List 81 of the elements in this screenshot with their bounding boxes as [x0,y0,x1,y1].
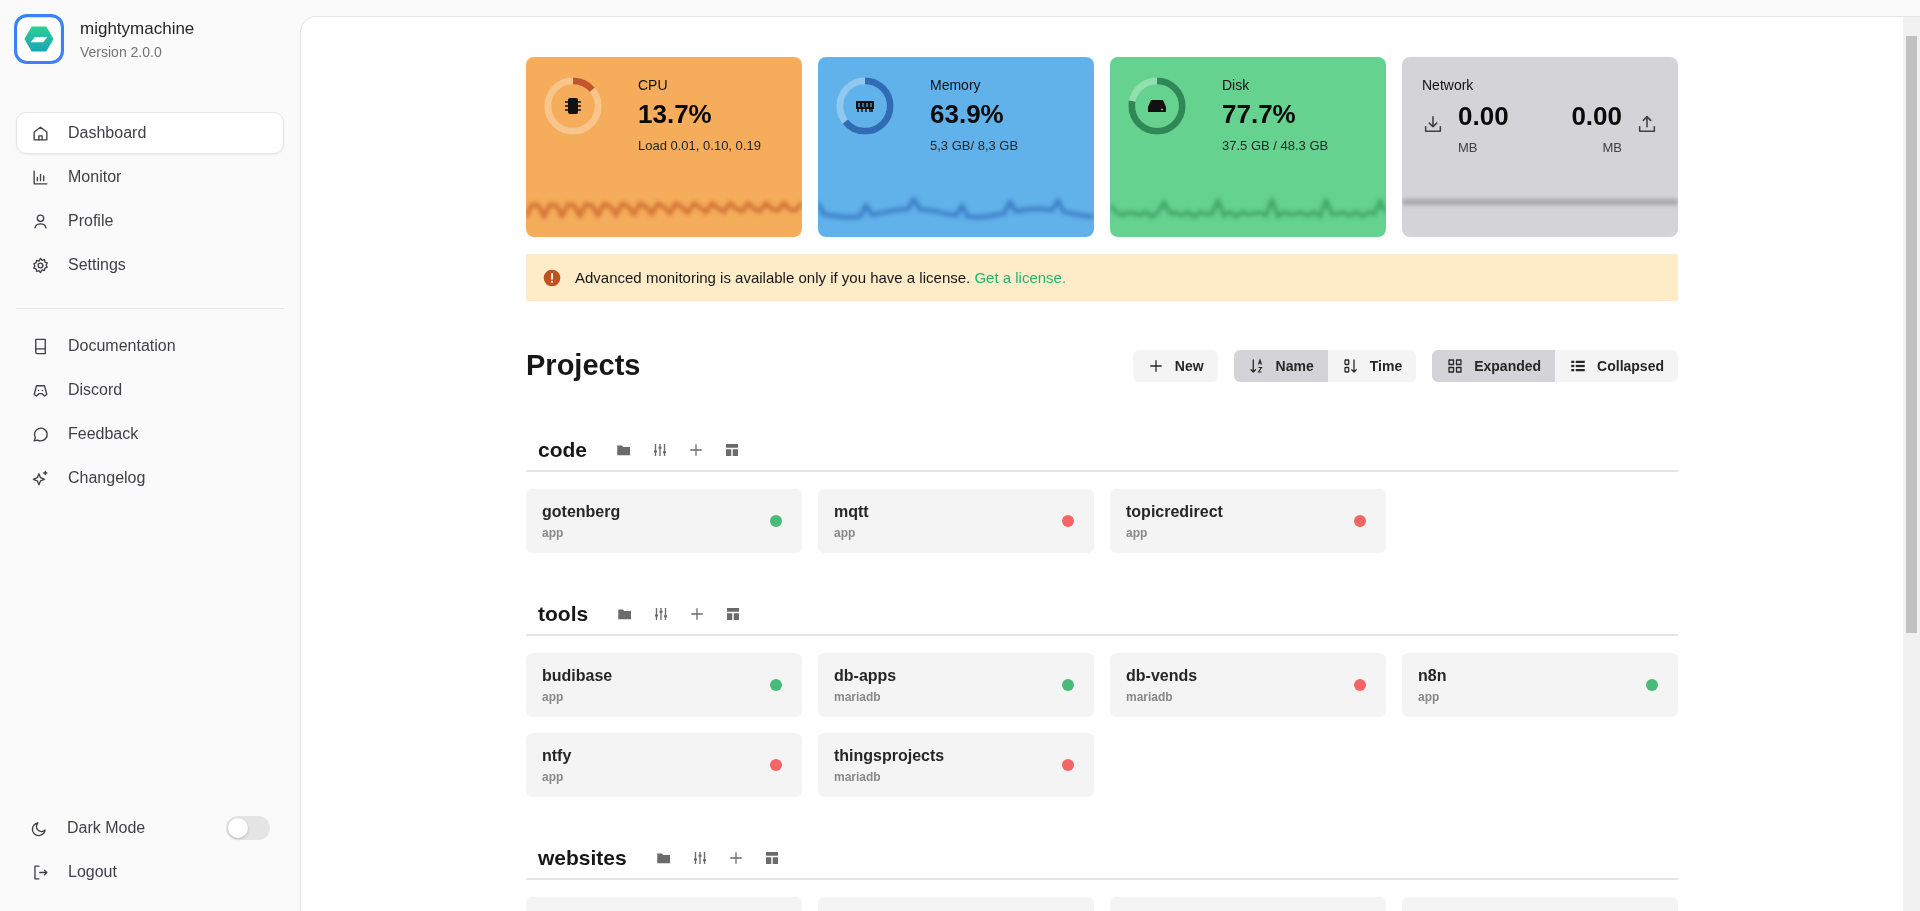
project-name: ntfy [542,746,572,765]
donut-gauge [834,75,896,137]
project-card[interactable]: budibase app [526,653,802,717]
stat-value: 77.7% [1222,99,1297,130]
project-card[interactable]: db-vends mariadb [1110,653,1386,717]
project-card[interactable]: thingsprojects mariadb [818,733,1094,797]
nav-link[interactable]: Changelog [16,457,284,499]
project-card[interactable]: gotenberg app [526,489,802,553]
layout-icon[interactable] [723,441,741,459]
stat-label: Memory [930,77,982,93]
stat-value: 63.9% [930,99,1005,130]
nav-link[interactable]: Documentation [16,325,284,367]
project-type: mariadb [834,689,882,704]
project-card[interactable]: ntfy app [526,733,802,797]
project-name: topicredirect [1126,502,1223,521]
user-icon [31,211,50,231]
stat-label: Network [1422,77,1475,93]
app-logo [14,14,64,64]
unit-label: MB [1458,140,1479,155]
download-value: 0.00 [1458,101,1509,132]
project-card[interactable]: topicredirect app [1110,489,1386,553]
version-label: Version 2.0.0 [80,43,163,60]
project-name: thingsprojects [834,746,945,765]
sparkle-icon [31,468,50,488]
upload-value: 0.00 [1571,101,1622,132]
nav-item[interactable]: Dashboard [16,112,284,154]
project-type: app [1418,689,1441,704]
plus-icon[interactable] [687,441,705,459]
project-name: db-apps [834,666,897,685]
alert-icon [542,267,562,288]
home-icon [31,123,50,143]
nav-item[interactable]: Profile [16,200,284,242]
stat-detail: 37.5 GB / 48.3 GB [1222,138,1329,153]
donut-gauge [542,75,604,137]
scrollbar[interactable] [1903,17,1920,911]
logout-link[interactable]: Logout [16,851,284,893]
settings-icon [31,255,50,275]
segment-button[interactable]: Expanded [1432,349,1556,382]
stat-value: 13.7% [638,99,713,130]
dark-mode-toggle[interactable] [226,816,270,840]
project-card[interactable]: mqtt app [818,489,1094,553]
sliders-icon[interactable] [651,441,669,459]
project-type: app [542,689,565,704]
unit-label: MB [1601,140,1622,155]
segment-button[interactable]: Name [1233,349,1328,382]
nav-item[interactable]: Monitor [16,156,284,198]
alert-message: Advanced monitoring is available only if you have a license. Get a license. [575,269,1067,286]
segment-button[interactable]: Time [1327,349,1417,382]
stat-label: Disk [1222,77,1251,93]
sort-icon [1341,356,1360,375]
project-type: app [542,525,565,540]
nav-item[interactable]: Settings [16,244,284,286]
stat-detail: Load 0.01, 0.10, 0.19 [638,138,761,153]
grid-icon [1446,356,1465,375]
project-type: mariadb [834,769,882,784]
project-card[interactable]: db-apps mariadb [818,653,1094,717]
logout-icon [31,862,50,882]
project-type: app [1126,525,1149,540]
project-name: mqtt [834,502,869,521]
dark-mode-label: Dark Mode [67,819,147,837]
group-title: code [538,438,587,462]
segment-button[interactable]: Collapsed [1555,349,1678,382]
stat-label: CPU [638,77,669,93]
stat-detail: 5,3 GB/ 8,3 GB [930,138,1019,153]
new-button[interactable]: New [1132,349,1218,382]
nav-link[interactable]: Feedback [16,413,284,455]
project-type: mariadb [1126,689,1174,704]
project-name: gotenberg [542,502,621,521]
group-title: websites [538,846,627,870]
project-type: app [834,525,857,540]
project-name: n8n [1418,666,1447,685]
nav-link[interactable]: Discord [16,369,284,411]
app-name: mightymachine [80,18,195,39]
project-card[interactable]: n8n app [1402,653,1678,717]
page-heading: Projects [526,349,641,382]
upload-icon [1636,113,1658,135]
download-icon [1422,113,1444,135]
project-name: budibase [542,666,613,685]
group-title: tools [538,602,589,626]
project-type: app [542,769,565,784]
project-name: db-vends [1126,666,1198,685]
